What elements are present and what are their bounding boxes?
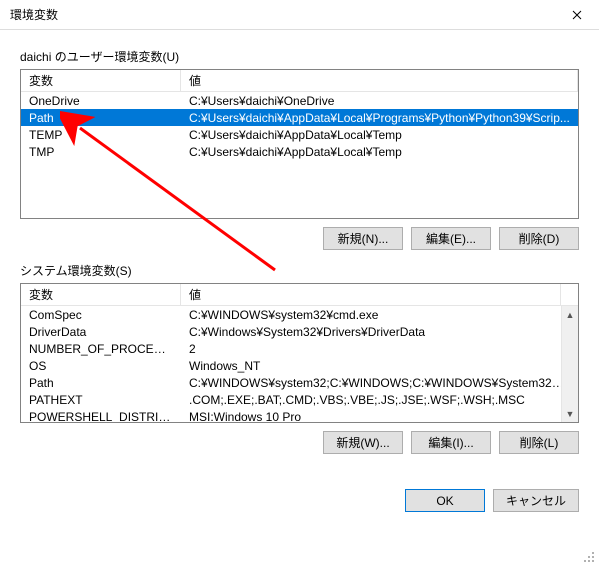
variable-name: NUMBER_OF_PROCESSORS [21,341,181,357]
user-variables-group: daichi のユーザー環境変数(U) 変数 値 OneDriveC:¥User… [20,48,579,250]
scroll-up-icon[interactable]: ▲ [562,306,578,323]
variable-name: OneDrive [21,93,181,109]
variable-value: MSI:Windows 10 Pro [181,409,578,424]
system-variables-label: システム環境変数(S) [20,262,579,279]
user-new-button[interactable]: 新規(N)... [323,227,403,250]
column-header-name[interactable]: 変数 [21,70,181,91]
table-row[interactable]: NUMBER_OF_PROCESSORS2 [21,340,578,357]
variable-value: C:¥Users¥daichi¥AppData¥Local¥Programs¥P… [181,110,578,126]
variable-name: Path [21,375,181,391]
scroll-down-icon[interactable]: ▼ [562,405,578,422]
titlebar: 環境変数 [0,0,599,30]
variable-name: PATHEXT [21,392,181,408]
user-buttons-row: 新規(N)... 編集(E)... 削除(D) [20,227,579,250]
system-variables-list[interactable]: 変数 値 ComSpecC:¥WINDOWS¥system32¥cmd.exeD… [20,283,579,423]
system-edit-button[interactable]: 編集(I)... [411,431,491,454]
variable-name: POWERSHELL_DISTRIBUTIO... [21,409,181,424]
table-row[interactable]: PathC:¥Users¥daichi¥AppData¥Local¥Progra… [21,109,578,126]
table-row[interactable]: TEMPC:¥Users¥daichi¥AppData¥Local¥Temp [21,126,578,143]
variable-name: TMP [21,144,181,160]
column-header-scroll [561,284,578,305]
variable-value: C:¥Users¥daichi¥AppData¥Local¥Temp [181,144,578,160]
variable-value: .COM;.EXE;.BAT;.CMD;.VBS;.VBE;.JS;.JSE;.… [181,392,578,408]
system-delete-button[interactable]: 削除(L) [499,431,579,454]
user-list-header: 変数 値 [21,70,578,92]
resize-grip-icon[interactable] [583,551,597,565]
variable-value: Windows_NT [181,358,578,374]
variable-value: C:¥Users¥daichi¥AppData¥Local¥Temp [181,127,578,143]
system-list-header: 変数 値 [21,284,578,306]
column-header-value[interactable]: 値 [181,284,561,305]
table-row[interactable]: ComSpecC:¥WINDOWS¥system32¥cmd.exe [21,306,578,323]
system-new-button[interactable]: 新規(W)... [323,431,403,454]
scroll-track[interactable] [562,323,578,405]
user-variables-label: daichi のユーザー環境変数(U) [20,48,579,65]
table-row[interactable]: TMPC:¥Users¥daichi¥AppData¥Local¥Temp [21,143,578,160]
table-row[interactable]: PATHEXT.COM;.EXE;.BAT;.CMD;.VBS;.VBE;.JS… [21,391,578,408]
variable-value: C:¥Windows¥System32¥Drivers¥DriverData [181,324,578,340]
cancel-button[interactable]: キャンセル [493,489,579,512]
variable-value: C:¥WINDOWS¥system32;C:¥WINDOWS;C:¥WINDOW… [181,375,578,391]
scrollbar-vertical[interactable]: ▲ ▼ [561,306,578,422]
system-variables-group: システム環境変数(S) 変数 値 ComSpecC:¥WINDOWS¥syste… [20,262,579,454]
window-title: 環境変数 [10,6,554,23]
dialog-buttons: OK キャンセル [0,481,599,526]
variable-name: DriverData [21,324,181,340]
dialog-content: daichi のユーザー環境変数(U) 変数 値 OneDriveC:¥User… [0,30,599,481]
variable-value: 2 [181,341,578,357]
table-row[interactable]: DriverDataC:¥Windows¥System32¥Drivers¥Dr… [21,323,578,340]
system-buttons-row: 新規(W)... 編集(I)... 削除(L) [20,431,579,454]
variable-name: ComSpec [21,307,181,323]
variable-value: C:¥Users¥daichi¥OneDrive [181,93,578,109]
variable-name: OS [21,358,181,374]
variable-value: C:¥WINDOWS¥system32¥cmd.exe [181,307,578,323]
table-row[interactable]: POWERSHELL_DISTRIBUTIO...MSI:Windows 10 … [21,408,578,423]
close-icon [572,10,582,20]
user-delete-button[interactable]: 削除(D) [499,227,579,250]
variable-name: TEMP [21,127,181,143]
ok-button[interactable]: OK [405,489,485,512]
table-row[interactable]: OneDriveC:¥Users¥daichi¥OneDrive [21,92,578,109]
table-row[interactable]: PathC:¥WINDOWS¥system32;C:¥WINDOWS;C:¥WI… [21,374,578,391]
column-header-value[interactable]: 値 [181,70,578,91]
close-button[interactable] [554,0,599,30]
user-variables-list[interactable]: 変数 値 OneDriveC:¥Users¥daichi¥OneDrivePat… [20,69,579,219]
column-header-name[interactable]: 変数 [21,284,181,305]
table-row[interactable]: OSWindows_NT [21,357,578,374]
user-edit-button[interactable]: 編集(E)... [411,227,491,250]
variable-name: Path [21,110,181,126]
